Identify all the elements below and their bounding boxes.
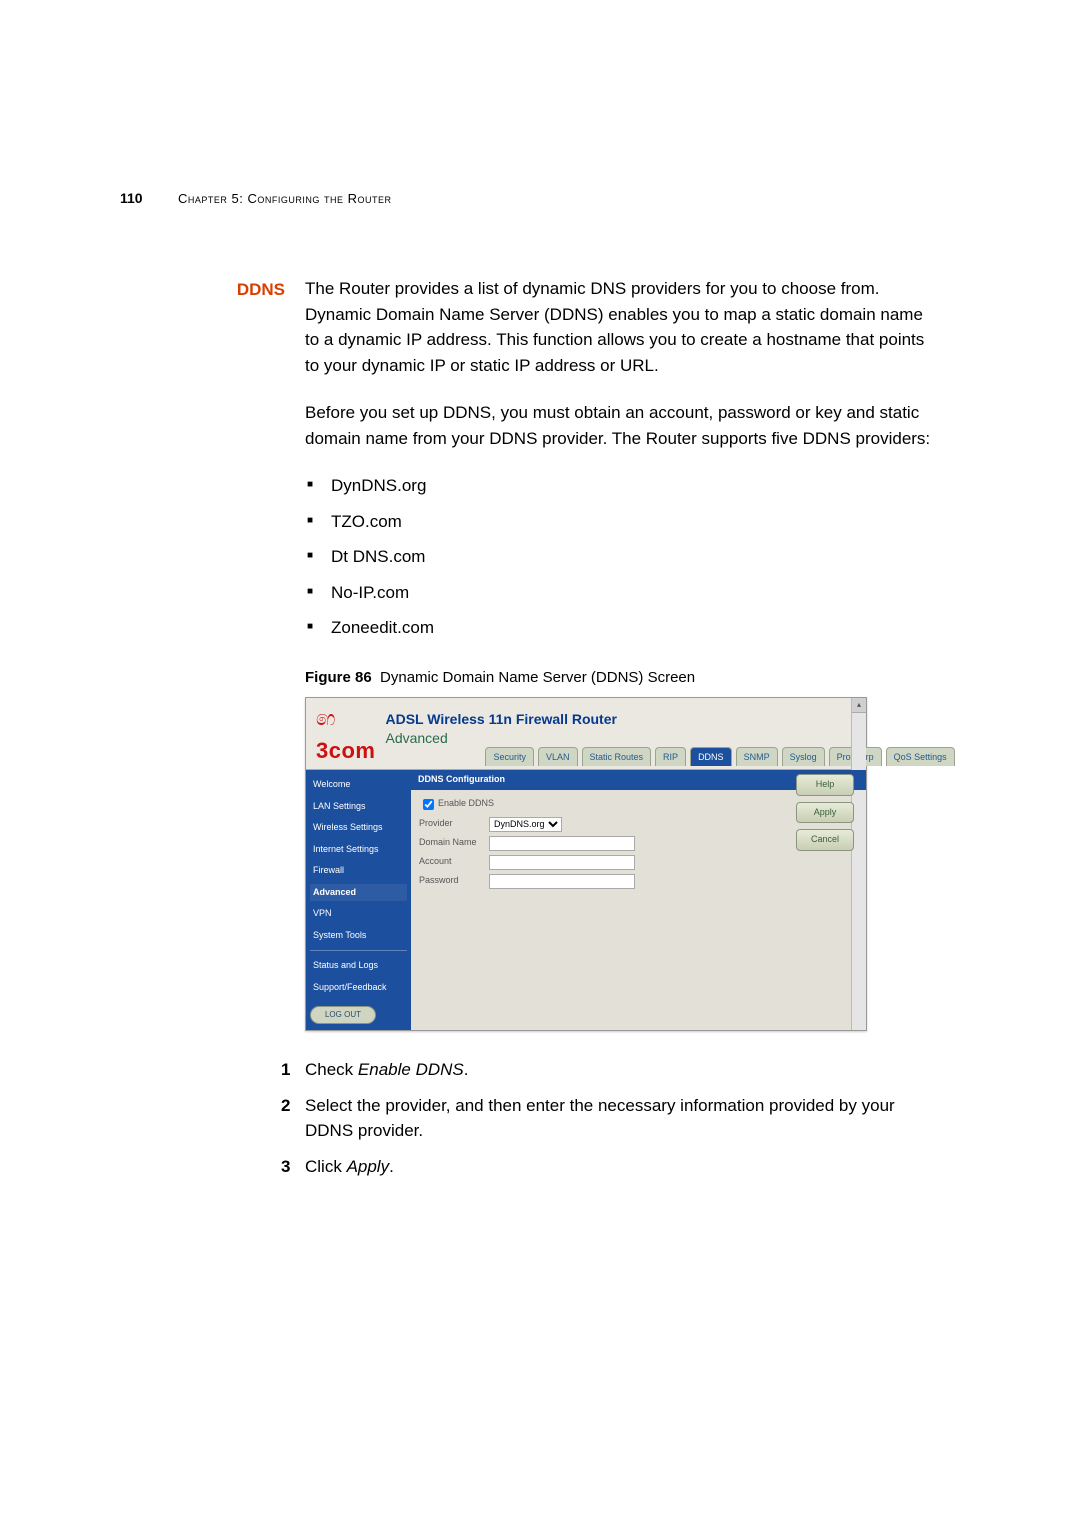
sidebar-item-advanced[interactable]: Advanced	[310, 884, 407, 902]
scroll-up-icon[interactable]: ▴	[852, 698, 866, 713]
account-label: Account	[419, 855, 489, 869]
brand-logo: 3com	[316, 738, 375, 763]
provider-select[interactable]: DynDNS.org	[489, 817, 562, 832]
section-heading-ddns: DDNS	[120, 276, 285, 1189]
logo-icon: ෨	[316, 708, 335, 730]
sidebar-item-wireless-settings[interactable]: Wireless Settings	[310, 819, 407, 837]
sidebar-item-system-tools[interactable]: System Tools	[310, 927, 407, 945]
sidebar-nav: Welcome LAN Settings Wireless Settings I…	[306, 770, 411, 1030]
tab-vlan[interactable]: VLAN	[538, 747, 578, 767]
tab-bar: Security VLAN Static Routes RIP DDNS SNM…	[485, 747, 954, 767]
intro-paragraph-1: The Router provides a list of dynamic DN…	[305, 276, 940, 378]
tab-ddns[interactable]: DDNS	[690, 747, 732, 767]
domain-name-label: Domain Name	[419, 836, 489, 850]
step-2: Select the provider, and then enter the …	[285, 1093, 940, 1144]
tab-static-routes[interactable]: Static Routes	[582, 747, 652, 767]
device-title: ADSL Wireless 11n Firewall Router	[385, 709, 954, 730]
apply-button[interactable]: Apply	[796, 802, 854, 824]
page-number: 110	[120, 190, 160, 206]
tab-syslog[interactable]: Syslog	[782, 747, 825, 767]
list-item: No-IP.com	[305, 580, 940, 606]
password-label: Password	[419, 874, 489, 888]
sidebar-item-status-logs[interactable]: Status and Logs	[310, 957, 407, 975]
ddns-screenshot: ▴ ෨ 3com ADSL Wireless 11n Firewall Rout…	[305, 697, 867, 1031]
figure-caption: Figure 86 Dynamic Domain Name Server (DD…	[305, 667, 940, 690]
tab-rip[interactable]: RIP	[655, 747, 686, 767]
enable-ddns-label: Enable DDNS	[438, 797, 494, 811]
sidebar-item-welcome[interactable]: Welcome	[310, 776, 407, 794]
sidebar-item-support-feedback[interactable]: Support/Feedback	[310, 979, 407, 997]
step-1: Check Enable DDNS.	[285, 1057, 940, 1083]
provider-label: Provider	[419, 817, 489, 831]
list-item: Zoneedit.com	[305, 615, 940, 641]
enable-ddns-checkbox[interactable]	[423, 799, 434, 810]
cancel-button[interactable]: Cancel	[796, 829, 854, 851]
account-input[interactable]	[489, 855, 635, 870]
list-item: DynDNS.org	[305, 473, 940, 499]
password-input[interactable]	[489, 874, 635, 889]
provider-list: DynDNS.org TZO.com Dt DNS.com No-IP.com …	[305, 473, 940, 641]
breadcrumb: Advanced	[385, 728, 954, 749]
instruction-steps: Check Enable DDNS. Select the provider, …	[305, 1057, 940, 1179]
list-item: TZO.com	[305, 509, 940, 535]
tab-snmp[interactable]: SNMP	[736, 747, 778, 767]
sidebar-item-firewall[interactable]: Firewall	[310, 862, 407, 880]
domain-name-input[interactable]	[489, 836, 635, 851]
sidebar-item-lan-settings[interactable]: LAN Settings	[310, 798, 407, 816]
tab-qos-settings[interactable]: QoS Settings	[886, 747, 955, 767]
tab-security[interactable]: Security	[485, 747, 534, 767]
intro-paragraph-2: Before you set up DDNS, you must obtain …	[305, 400, 940, 451]
chapter-header: Chapter 5: Configuring the Router	[178, 191, 391, 206]
sidebar-item-internet-settings[interactable]: Internet Settings	[310, 841, 407, 859]
sidebar-item-vpn[interactable]: VPN	[310, 905, 407, 923]
help-button[interactable]: Help	[796, 774, 854, 796]
logout-button[interactable]: LOG OUT	[310, 1006, 376, 1024]
list-item: Dt DNS.com	[305, 544, 940, 570]
step-3: Click Apply.	[285, 1154, 940, 1180]
